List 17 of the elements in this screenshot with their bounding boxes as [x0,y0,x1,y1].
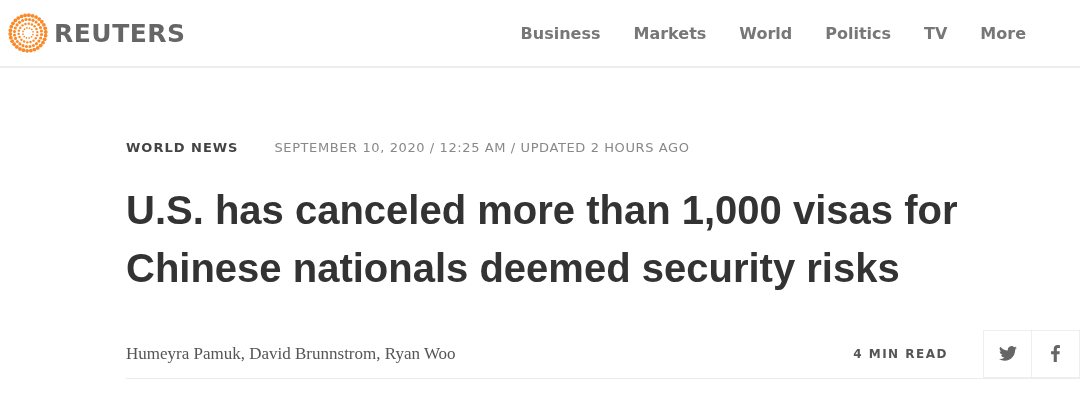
logo-text: REUTERS [54,18,186,48]
nav-link[interactable]: Markets [633,23,707,43]
nav-link[interactable]: Business [520,23,601,43]
category-label: WORLD NEWS [126,140,239,155]
read-time: 4 MIN READ [853,346,948,361]
logo-icon [8,13,48,53]
twitter-icon [998,346,1017,361]
facebook-icon [1051,345,1060,362]
twitter-share-button[interactable] [983,329,1032,378]
nav-link[interactable]: TV [924,23,948,43]
dateline: SEPTEMBER 10, 2020 / 12:25 AM / UPDATED 2 HOURS AGO [274,140,690,155]
nav-link[interactable]: Politics [825,23,892,43]
nav-link[interactable]: More [980,23,1026,43]
headline: U.S. has canceled more than 1,000 visas for Chinese nationals deemed security risks [126,187,959,292]
byline: Humeyra Pamuk, David Brunnstrom, Ryan Woo [126,343,457,364]
facebook-share-button[interactable] [1031,329,1080,378]
nav-link[interactable]: World [739,23,793,43]
